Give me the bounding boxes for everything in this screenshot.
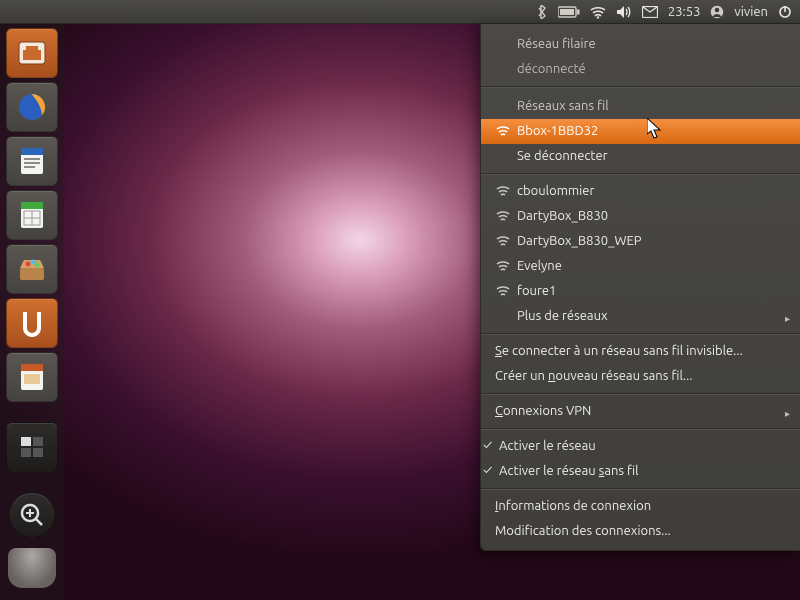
mnemonic: C	[495, 404, 503, 418]
launcher-files[interactable]	[6, 28, 58, 78]
wifi-network-item[interactable]: cboulommier	[481, 179, 800, 204]
wifi-icon	[495, 123, 511, 139]
launcher-zoom[interactable]	[9, 492, 55, 538]
connect-hidden-network[interactable]: Se connecter à un réseau sans fil invisi…	[481, 339, 800, 364]
wifi-ssid-label: DartyBox_B830_WEP	[517, 234, 642, 248]
launcher-firefox[interactable]	[6, 82, 58, 132]
check-icon: ✓	[483, 437, 499, 453]
chevron-right-icon: ▸	[785, 405, 790, 422]
wifi-ssid-label: foure1	[517, 284, 556, 298]
wifi-ssid-label: Evelyne	[517, 259, 562, 273]
launcher-writer[interactable]	[6, 136, 58, 186]
wifi-disconnect[interactable]: Se déconnecter	[481, 144, 800, 169]
clock[interactable]: 23:53	[668, 5, 701, 19]
power-icon[interactable]	[778, 5, 792, 19]
wifi-network-item[interactable]: DartyBox_B830	[481, 204, 800, 229]
menu-separator	[481, 333, 800, 335]
wifi-ssid-label: cboulommier	[517, 184, 594, 198]
check-icon: ✓	[483, 462, 499, 478]
sound-icon[interactable]	[616, 5, 632, 19]
chevron-right-icon: ▸	[785, 310, 790, 327]
user-icon	[710, 5, 724, 19]
menu-separator	[481, 428, 800, 430]
more-networks-label: Plus de réseaux	[517, 309, 608, 323]
network-menu: Réseau filaire déconnecté Réseaux sans f…	[480, 24, 800, 551]
connection-info[interactable]: Informations de connexion	[481, 494, 800, 519]
wifi-icon	[495, 233, 511, 249]
label-text: Activer le réseau sans fil	[495, 464, 639, 478]
bluetooth-icon[interactable]	[536, 5, 548, 19]
launcher-ubuntu-one[interactable]	[6, 298, 58, 348]
enable-networking[interactable]: ✓ Activer le réseau	[481, 434, 800, 459]
launcher-calc[interactable]	[6, 190, 58, 240]
wifi-connected-item[interactable]: Bbox-1BBD32	[481, 119, 800, 144]
wifi-indicator-icon[interactable]	[590, 5, 606, 19]
launcher	[0, 24, 64, 600]
label-text: e connecter à un réseau sans fil invisib…	[502, 344, 743, 358]
wifi-ssid-label: Bbox-1BBD32	[517, 124, 598, 138]
wifi-network-item[interactable]: Evelyne	[481, 254, 800, 279]
wifi-icon	[495, 183, 511, 199]
menu-separator	[481, 173, 800, 175]
wifi-icon	[495, 258, 511, 274]
battery-icon[interactable]	[558, 6, 580, 18]
username-label[interactable]: vivien	[734, 5, 768, 19]
edit-connections[interactable]: Modification des connexions...	[481, 519, 800, 544]
menu-separator	[481, 488, 800, 490]
label-text: Activer le réseau	[495, 439, 596, 453]
label-text: ouveau réseau sans fil...	[555, 369, 692, 383]
mnemonic: S	[495, 344, 502, 358]
create-new-network[interactable]: Créer un nouveau réseau sans fil...	[481, 364, 800, 389]
wifi-ssid-label: DartyBox_B830	[517, 209, 608, 223]
wired-header: Réseau filaire	[481, 30, 800, 57]
messaging-icon[interactable]	[642, 6, 658, 18]
wired-status: déconnecté	[481, 57, 800, 82]
enable-wifi[interactable]: ✓ Activer le réseau sans fil	[481, 459, 800, 484]
wifi-network-item[interactable]: DartyBox_B830_WEP	[481, 229, 800, 254]
menu-separator	[481, 86, 800, 88]
top-panel: 23:53 vivien	[0, 0, 800, 24]
wifi-icon	[495, 283, 511, 299]
label-text: nformations de connexion	[498, 499, 651, 513]
wifi-icon	[495, 208, 511, 224]
menu-separator	[481, 393, 800, 395]
launcher-impress[interactable]	[6, 352, 58, 402]
launcher-workspace-switcher[interactable]	[6, 422, 58, 472]
wifi-network-item[interactable]: foure1	[481, 279, 800, 304]
launcher-trash[interactable]	[8, 548, 56, 588]
vpn-connections[interactable]: Connexions VPN ▸	[481, 399, 800, 424]
label-text: Créer un	[495, 369, 548, 383]
wireless-header: Réseaux sans fil	[481, 92, 800, 119]
label-text: onnexions VPN	[503, 404, 591, 418]
launcher-software-center[interactable]	[6, 244, 58, 294]
more-networks[interactable]: Plus de réseaux ▸	[481, 304, 800, 329]
